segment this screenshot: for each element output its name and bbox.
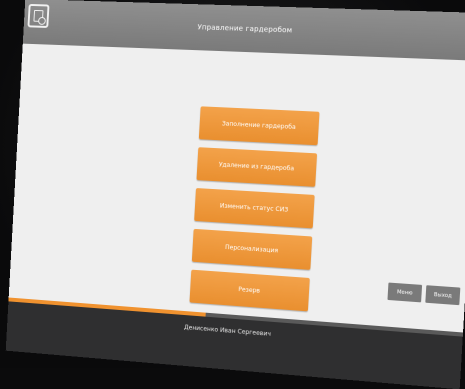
reserve-button[interactable]: Резерв <box>189 269 310 312</box>
change-ppe-status-button[interactable]: Изменить статус СИЗ <box>194 188 315 229</box>
fill-wardrobe-button[interactable]: Заполнение гардероба <box>198 106 320 146</box>
remove-from-wardrobe-button[interactable]: Удаление из гардероба <box>196 147 318 187</box>
exit-button[interactable]: Выход <box>425 285 461 306</box>
window-title: Управление гардеробом <box>197 23 293 35</box>
menu-button[interactable]: Меню <box>387 282 423 303</box>
action-menu: Заполнение гардероба Удаление из гардеро… <box>189 106 320 312</box>
personalization-button[interactable]: Персонализация <box>191 228 313 270</box>
app-screen: Управление гардеробом Заполнение гардеро… <box>5 0 465 389</box>
document-person-icon <box>27 3 50 28</box>
user-name: Денисенко Иван Сергеевич <box>183 323 272 338</box>
